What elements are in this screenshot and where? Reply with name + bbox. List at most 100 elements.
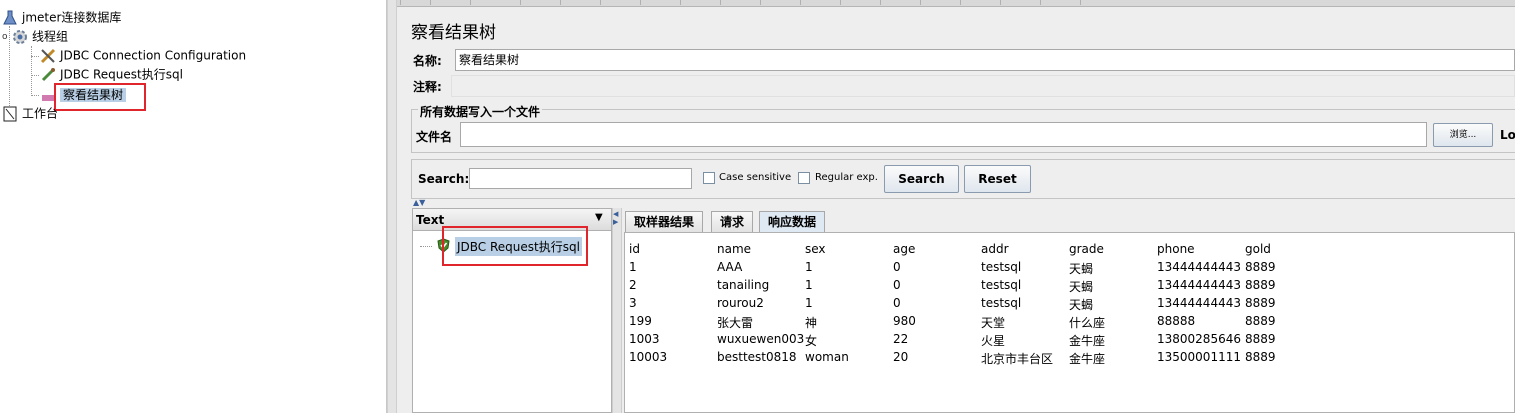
table-cell: 8889 — [1245, 278, 1276, 292]
toolbar-separator — [1080, 0, 1081, 5]
table-cell: 8889 — [1245, 314, 1276, 328]
table-cell: 20 — [893, 350, 909, 364]
tree-node-jdbc-config[interactable]: JDBC Connection Configuration — [40, 46, 246, 64]
table-cell: 13800285646 — [1157, 332, 1241, 346]
reset-button[interactable]: Reset — [964, 165, 1031, 193]
name-field[interactable]: 察看结果树 — [455, 49, 1515, 71]
regular-exp-checkbox[interactable] — [798, 172, 810, 184]
toolbar-separator — [560, 0, 561, 5]
table-cell: 1 — [805, 296, 813, 310]
browse-button[interactable]: 浏览... — [1433, 123, 1493, 147]
regular-exp-label: Regular exp. — [815, 172, 878, 183]
tree-node-workbench[interactable]: 工作台 — [2, 104, 58, 122]
toolbar-separator — [920, 0, 921, 5]
table-cell: besttest0818 — [717, 350, 797, 364]
renderer-value: Text — [416, 213, 445, 227]
tree-guide-line — [31, 75, 39, 76]
tree-guide-line — [31, 56, 39, 57]
tree-node-label: 工作台 — [22, 106, 59, 121]
toolbar-separator — [470, 0, 471, 5]
table-cell: 1 — [805, 260, 813, 274]
chevron-down-icon[interactable]: ▼ — [595, 212, 603, 223]
table-cell: testsql — [981, 278, 1022, 292]
toolbar-separator — [960, 0, 961, 5]
toolbar-separator — [800, 0, 801, 5]
toolbar-separator — [720, 0, 721, 5]
table-header-cell: phone — [1157, 242, 1195, 256]
main-splitter[interactable] — [387, 0, 397, 413]
toolbar-separator — [1000, 0, 1001, 5]
table-cell: 8889 — [1245, 260, 1276, 274]
table-header-cell: name — [717, 242, 752, 256]
table-cell: 天堂 — [981, 316, 1006, 330]
toolbar-separator — [1040, 0, 1041, 5]
table-cell: 13444444443 — [1157, 260, 1241, 274]
table-cell: 3 — [629, 296, 637, 310]
tree-expand-icon[interactable]: o — [2, 28, 12, 46]
tree-node-label: JDBC Request执行sql — [60, 67, 183, 82]
table-cell: 天蝎 — [1069, 298, 1094, 312]
table-cell: 金牛座 — [1069, 352, 1106, 366]
table-cell: 8889 — [1245, 332, 1276, 346]
table-cell: 神 — [805, 316, 818, 330]
table-cell: 0 — [893, 260, 901, 274]
search-label: Search: — [418, 172, 470, 186]
table-cell: testsql — [981, 260, 1022, 274]
table-header-cell: gold — [1245, 242, 1271, 256]
collapse-arrows-icon[interactable]: ▲▼ — [413, 198, 425, 207]
tree-node-label: JDBC Connection Configuration — [60, 48, 247, 63]
tab-response-data[interactable]: 响应数据 — [759, 211, 826, 232]
table-cell: 10003 — [629, 350, 668, 364]
comment-label: 注释: — [413, 80, 442, 94]
file-name-input[interactable] — [460, 122, 1427, 147]
workbench-icon — [2, 106, 18, 122]
toolbar-separator — [760, 0, 761, 5]
table-cell: 13500001111 — [1157, 350, 1241, 364]
case-sensitive-checkbox[interactable] — [703, 172, 715, 184]
table-cell: 1003 — [629, 332, 660, 346]
tree-node-label: 线程组 — [32, 29, 69, 44]
toolbar-strip — [388, 0, 1515, 7]
test-plan-tree: jmeter连接数据库 o 线程组 JDBC Connection Config… — [0, 0, 387, 413]
file-label: 文件名 — [416, 130, 453, 144]
table-cell: 0 — [893, 296, 901, 310]
tab-request[interactable]: 请求 — [711, 211, 754, 232]
toolbar-separator — [400, 0, 401, 5]
toolbar-separator — [430, 0, 431, 5]
name-label: 名称: — [413, 54, 442, 68]
table-header-cell: id — [629, 242, 640, 256]
table-cell: 天蝎 — [1069, 280, 1094, 294]
table-cell: 8889 — [1245, 296, 1276, 310]
page-title: 察看结果树 — [411, 23, 496, 43]
table-cell: 8889 — [1245, 350, 1276, 364]
table-cell: 980 — [893, 314, 916, 328]
result-splitter[interactable]: ◀ ▶ — [612, 208, 622, 413]
table-cell: 2 — [629, 278, 637, 292]
search-button[interactable]: Search — [884, 165, 959, 193]
table-cell: 88888 — [1157, 314, 1196, 328]
toolbar-separator — [880, 0, 881, 5]
log-label: Lo — [1500, 128, 1515, 142]
table-cell: 北京市丰台区 — [981, 352, 1054, 366]
test-plan-icon — [2, 10, 18, 26]
splitter-arrows-icon[interactable]: ◀ ▶ — [613, 210, 618, 226]
toolbar-separator — [640, 0, 641, 5]
search-input[interactable] — [469, 168, 692, 189]
table-header-cell: age — [893, 242, 916, 256]
tree-node-thread-group[interactable]: o 线程组 — [2, 27, 68, 45]
toolbar-separator — [680, 0, 681, 5]
tree-guide-line — [420, 246, 432, 247]
tree-guide-line — [31, 95, 39, 96]
tree-guide-line — [31, 46, 32, 96]
tree-node-jdbc-request[interactable]: JDBC Request执行sql — [40, 65, 183, 83]
table-cell: woman — [805, 350, 849, 364]
tree-node-test-plan[interactable]: jmeter连接数据库 — [2, 8, 121, 26]
wrench-icon — [40, 48, 56, 64]
comment-field[interactable] — [451, 75, 1515, 97]
table-cell: 0 — [893, 278, 901, 292]
toolbar-separator — [840, 0, 841, 5]
table-cell: tanailing — [717, 278, 770, 292]
table-header-cell: addr — [981, 242, 1009, 256]
tab-sampler-result[interactable]: 取样器结果 — [625, 211, 704, 232]
table-cell: rourou2 — [717, 296, 764, 310]
